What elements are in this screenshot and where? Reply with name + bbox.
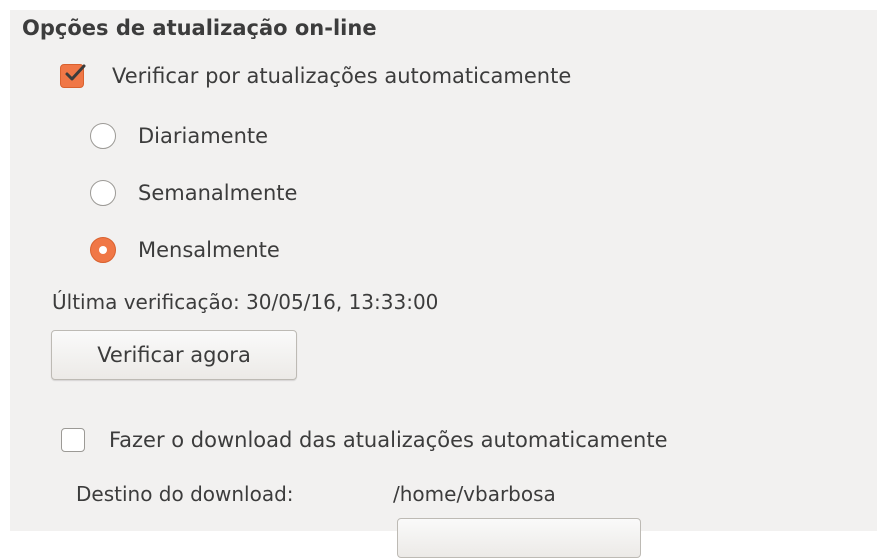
download-destination-path: /home/vbarbosa [393, 482, 556, 506]
auto-download-option[interactable]: Fazer o download das atualizações automa… [61, 428, 668, 452]
check-now-button[interactable]: Verificar agora [51, 330, 297, 380]
auto-download-label: Fazer o download das atualizações automa… [109, 428, 668, 452]
auto-check-label: Verificar por atualizações automaticamen… [112, 64, 572, 88]
radio-daily-option[interactable]: Diariamente [90, 123, 268, 149]
options-panel [10, 10, 877, 531]
radio-daily-label: Diariamente [138, 124, 269, 148]
change-destination-button[interactable] [397, 518, 641, 558]
radio-daily[interactable] [90, 123, 116, 149]
check-icon [65, 64, 86, 81]
radio-weekly[interactable] [90, 180, 116, 206]
section-heading: Opções de atualização on-line [22, 16, 377, 40]
radio-weekly-label: Semanalmente [138, 181, 298, 205]
radio-weekly-option[interactable]: Semanalmente [90, 180, 297, 206]
radio-monthly[interactable] [90, 237, 116, 263]
download-destination-label: Destino do download: [76, 482, 294, 506]
last-check-text: Última verificação: 30/05/16, 13:33:00 [52, 290, 439, 314]
radio-monthly-option[interactable]: Mensalmente [90, 237, 280, 263]
auto-check-checkbox[interactable] [60, 64, 86, 88]
auto-check-option[interactable]: Verificar por atualizações automaticamen… [60, 64, 571, 88]
radio-monthly-label: Mensalmente [138, 238, 280, 262]
auto-download-checkbox[interactable] [61, 428, 85, 452]
